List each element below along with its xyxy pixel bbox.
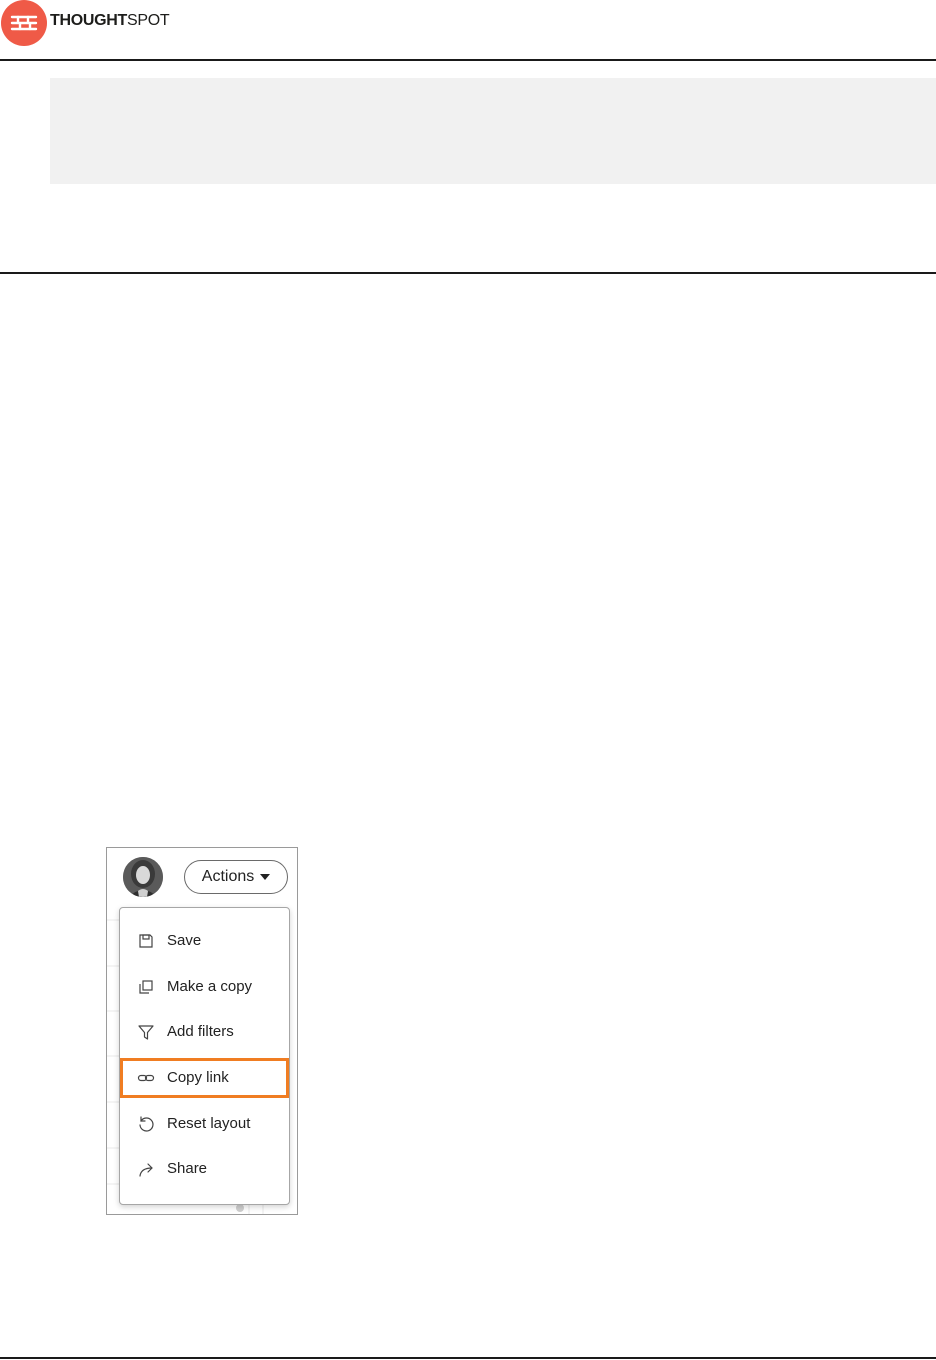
menu-item-label: Reset layout bbox=[167, 1115, 251, 1132]
header-divider bbox=[0, 59, 936, 61]
menu-item-copy-link[interactable]: Copy link bbox=[120, 1058, 289, 1098]
menu-item-label: Make a copy bbox=[167, 978, 253, 995]
menu-item-label: Share bbox=[167, 1160, 208, 1177]
reset-icon bbox=[139, 1116, 154, 1132]
menu-item-reset-layout[interactable]: Reset layout bbox=[120, 1104, 289, 1144]
actions-button[interactable]: Actions bbox=[184, 860, 288, 894]
caret-down-icon bbox=[260, 874, 271, 880]
menu-item-label: Copy link bbox=[167, 1069, 229, 1086]
filter-icon bbox=[138, 1025, 154, 1040]
save-icon bbox=[139, 934, 153, 948]
menu-item-label: Add filters bbox=[167, 1023, 234, 1040]
user-avatar[interactable] bbox=[123, 857, 163, 897]
actions-dropdown-menu: Save Make a copy Add filters Copy link R… bbox=[119, 907, 290, 1205]
page-header: THOUGHTSPOT bbox=[0, 0, 936, 46]
menu-item-share[interactable]: Share bbox=[120, 1149, 289, 1189]
footer-divider bbox=[0, 1357, 936, 1359]
brand-wordmark: THOUGHTSPOT bbox=[50, 12, 170, 29]
section-divider bbox=[0, 272, 936, 274]
actions-button-label: Actions bbox=[201, 868, 255, 885]
share-icon bbox=[139, 1163, 153, 1177]
actions-menu-screenshot: Actions Save Make a copy Add filters Cop… bbox=[106, 847, 298, 1215]
menu-item-label: Save bbox=[167, 932, 202, 949]
menu-item-add-filters[interactable]: Add filters bbox=[120, 1012, 289, 1052]
thoughtspot-logo-icon bbox=[1, 0, 47, 46]
menu-item-make-a-copy[interactable]: Make a copy bbox=[120, 967, 289, 1007]
menu-item-save[interactable]: Save bbox=[120, 921, 289, 961]
link-icon bbox=[137, 1074, 155, 1082]
copy-icon bbox=[139, 980, 153, 994]
callout-box bbox=[50, 78, 936, 184]
